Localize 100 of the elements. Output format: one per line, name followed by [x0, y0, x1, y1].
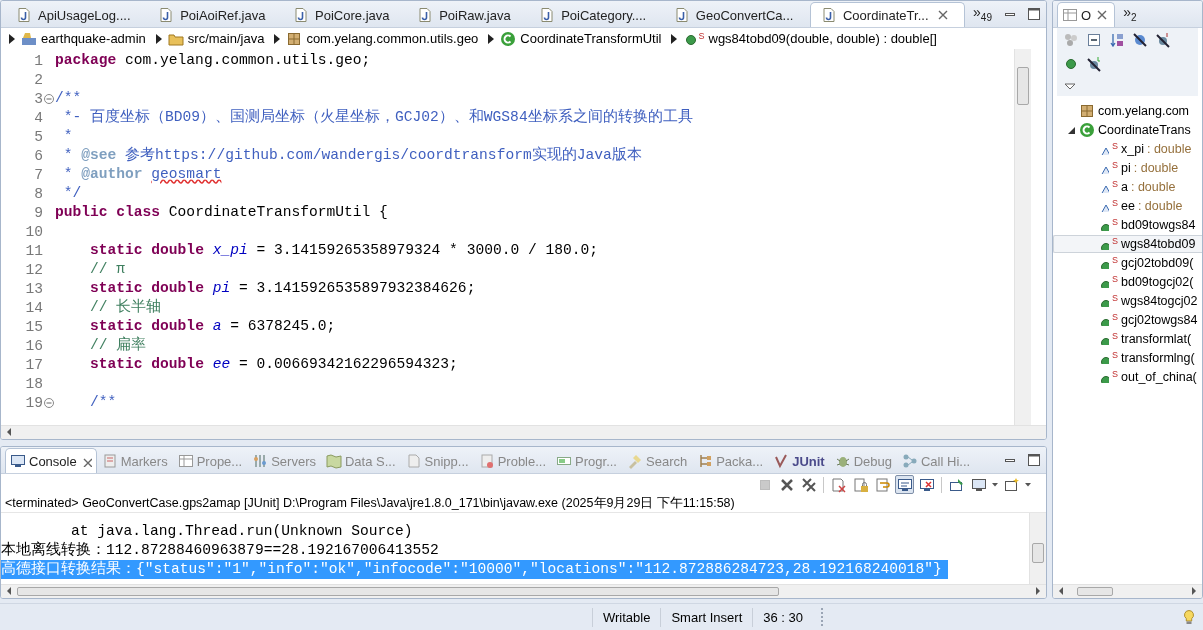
- outline-tab[interactable]: O: [1057, 2, 1116, 27]
- junit-icon: [773, 453, 790, 469]
- code-line: public class CoordinateTransformUtil {: [55, 203, 388, 222]
- code-line: static double a = 6378245.0;: [89, 317, 336, 336]
- horizontal-scrollbar[interactable]: [1, 425, 1046, 439]
- horizontal-scrollbar[interactable]: [1, 584, 1046, 598]
- expanded-arrow-icon[interactable]: [1066, 125, 1076, 135]
- fold-toggle-icon[interactable]: [43, 396, 55, 409]
- code-line: * @author geosmart: [62, 165, 222, 184]
- table-icon: [177, 453, 194, 469]
- line-number: 7: [33, 166, 43, 183]
- sort-icon[interactable]: [1109, 32, 1125, 48]
- code-line: */: [62, 184, 82, 203]
- outline-item[interactable]: $^{S}$ gcj02tobd09(: [1053, 254, 1202, 272]
- method-icon[interactable]: [1063, 56, 1079, 72]
- maximize-icon[interactable]: [1026, 6, 1042, 22]
- editor-tab[interactable]: PoiRaw.java: [406, 2, 527, 27]
- code-line: * @see 参考https://github.com/wandergis/coordtransform实现的Java版本: [62, 146, 642, 165]
- code-line: package com.yelang.common.utils.geo;: [55, 51, 371, 70]
- line-number: 10: [24, 223, 43, 240]
- code-line: *- 百度坐标（BD09）、国测局坐标（火星坐标，GCJ02）、和WGS84坐标系之间的转换的工具: [62, 108, 693, 127]
- code-line: /**: [55, 89, 82, 108]
- outline-item[interactable]: $^{S}$ bd09togcj02(: [1053, 273, 1202, 291]
- line-number: 11: [24, 242, 43, 259]
- hide-local-types-icon[interactable]: [1086, 56, 1102, 72]
- line-number: 16: [24, 337, 43, 354]
- line-number: 8: [33, 185, 43, 202]
- console-header: <terminated> GeoConvertCase.gps2amap [JUnit] D:\Program Files\Java\jre1.8.0_171\bin\javaw.exe (2025年9月29日 下午11:15:58): [1, 495, 1046, 513]
- editor-tab[interactable]: PoiCategory....: [528, 2, 661, 27]
- editor-tab[interactable]: PoiAoiRef.java: [147, 2, 281, 27]
- collapse-all-icon[interactable]: [1086, 32, 1102, 48]
- outline-item[interactable]: $^{S}$ gcj02towgs84: [1053, 311, 1202, 329]
- vertical-scrollbar[interactable]: [1029, 513, 1046, 584]
- editor-tab[interactable]: CoordinateTr...: [810, 2, 966, 27]
- package-icon: [286, 30, 303, 47]
- editor-tab[interactable]: ApiUsageLog....: [5, 2, 146, 27]
- search-icon: [627, 453, 643, 469]
- outline-item[interactable]: $^{S}$ x_pi : double: [1053, 140, 1202, 158]
- breadcrumb-item[interactable]: CoordinateTransformUtil: [500, 30, 662, 47]
- outline-item[interactable]: $^{S}$ transformlng(: [1053, 349, 1202, 367]
- maximize-icon[interactable]: [1026, 452, 1042, 468]
- breadcrumb-item[interactable]: $^{S}$ wgs84tobd09(double, double) : double[]: [683, 30, 937, 47]
- outline-item[interactable]: CoordinateTrans: [1053, 121, 1202, 139]
- java-file-icon: [539, 7, 556, 23]
- java-file-icon: [16, 7, 32, 23]
- outline-item[interactable]: $^{S}$ bd09towgs84: [1053, 216, 1202, 234]
- outline-item[interactable]: $^{S}$ ee : double: [1053, 197, 1202, 215]
- outline-item[interactable]: $^{S}$ transformlat(: [1053, 330, 1202, 348]
- call-hierarchy-icon: [902, 453, 918, 469]
- outline-item[interactable]: $^{S}$ wgs84tobd09: [1053, 235, 1202, 253]
- java-file-icon: [673, 7, 690, 23]
- more-tabs-button[interactable]: »$_{49}$: [967, 3, 998, 25]
- console-line: 本地离线转换：112.87288460963879==28.192167006413552: [1, 541, 440, 560]
- code-line: static double pi = 3.1415926535897932384626;: [89, 279, 476, 298]
- breadcrumb-item[interactable]: com.yelang.common.utils.geo: [286, 30, 479, 47]
- console-tab[interactable]: Console: [5, 448, 97, 473]
- console-line: at java.lang.Thread.run(Unknown Source): [70, 522, 414, 541]
- remove-all-icon[interactable]: [799, 475, 818, 494]
- line-number: 13: [24, 280, 43, 297]
- line-number: 19: [24, 394, 43, 411]
- code-line: static double ee = 0.00669342162296594323;: [89, 355, 458, 374]
- status-field: Smart Insert: [660, 607, 753, 627]
- outline-item[interactable]: $^{S}$ out_of_china(: [1053, 368, 1202, 386]
- more-views-button[interactable]: »$_{2}$: [1117, 3, 1143, 25]
- clear-console-icon[interactable]: [829, 475, 848, 494]
- line-number: 17: [24, 356, 43, 373]
- monitor-icon: [10, 453, 26, 469]
- lightbulb-icon[interactable]: [1181, 609, 1197, 625]
- scroll-lock-icon[interactable]: [851, 475, 870, 494]
- vertical-scrollbar[interactable]: [1014, 49, 1031, 425]
- outline-item[interactable]: $^{S}$ a : double: [1053, 178, 1202, 196]
- line-number: 15: [24, 318, 43, 335]
- outline-item[interactable]: $^{S}$ pi : double: [1053, 159, 1202, 177]
- status-field: 36 : 30: [752, 607, 813, 627]
- console-tab[interactable]: JUnit: [768, 448, 830, 473]
- show-output-icon[interactable]: [895, 475, 914, 494]
- line-number: 5: [33, 128, 43, 145]
- breadcrumb-item[interactable]: earthquake-admin: [21, 30, 146, 47]
- project-icon: [21, 30, 37, 47]
- outline-icon: [1062, 7, 1078, 23]
- code-line: // π: [89, 260, 126, 279]
- code-line: *: [62, 127, 73, 146]
- java-file-icon: [417, 7, 434, 23]
- java-file-icon: [821, 7, 837, 23]
- line-number: 12: [24, 261, 43, 278]
- code-line: /**: [89, 393, 117, 412]
- horizontal-scrollbar[interactable]: [1053, 584, 1202, 598]
- hide-fields-icon[interactable]: [1132, 32, 1148, 48]
- fold-toggle-icon[interactable]: [43, 92, 55, 105]
- status-field: Writable: [592, 607, 661, 627]
- editor-tab[interactable]: PoiCore.java: [282, 2, 405, 27]
- line-number: 1: [33, 52, 43, 69]
- breadcrumb-item[interactable]: src/main/java: [167, 30, 265, 47]
- code-line: // 长半轴: [89, 298, 162, 317]
- outline-item[interactable]: $^{S}$ wgs84togcj02: [1053, 292, 1202, 310]
- outline-item[interactable]: com.yelang.com: [1053, 102, 1202, 120]
- hide-static-icon[interactable]: [1155, 32, 1171, 48]
- problems-icon: [478, 453, 495, 469]
- editor-tab[interactable]: GeoConvertCa...: [662, 2, 808, 27]
- servers-icon: [252, 453, 269, 469]
